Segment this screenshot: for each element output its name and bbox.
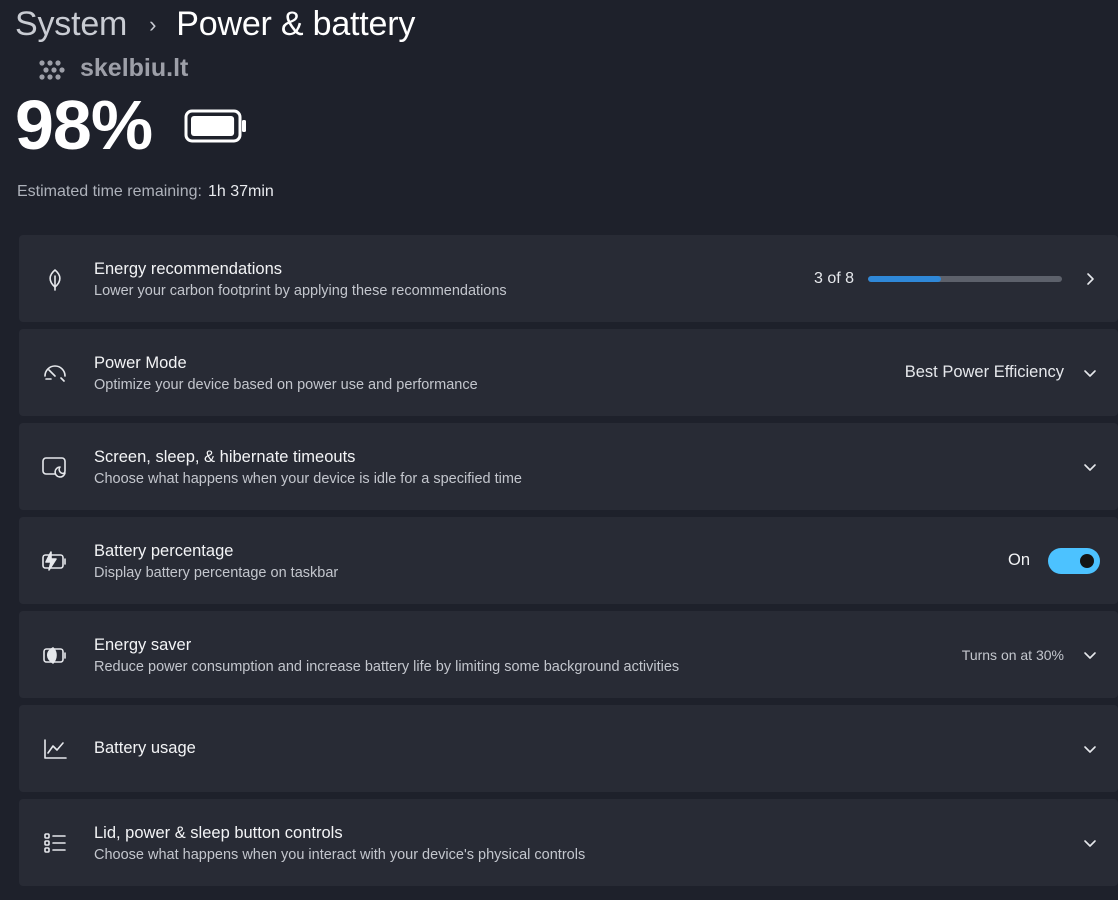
- screen-sleep-title: Screen, sleep, & hibernate timeouts: [94, 448, 356, 466]
- battery-usage-title: Battery usage: [94, 739, 196, 757]
- energy-recommendations-card[interactable]: Energy recommendations Lower your carbon…: [19, 235, 1118, 322]
- energy-saver-title: Energy saver: [94, 636, 192, 654]
- estimated-time-label: Estimated time remaining:: [17, 183, 202, 200]
- battery-full-icon: [184, 109, 247, 143]
- chevron-down-icon: [1082, 741, 1098, 757]
- breadcrumb-separator: ›: [149, 12, 157, 37]
- battery-percentage-card: Battery percentage Display battery perce…: [19, 517, 1118, 604]
- screen-sleep-description: Choose what happens when your device is …: [94, 471, 522, 487]
- power-mode-dropdown[interactable]: Best Power Efficiency: [905, 329, 1118, 416]
- power-mode-card: Power Mode Optimize your device based on…: [19, 329, 1118, 416]
- chevron-right-icon: [1082, 271, 1098, 287]
- page-title: Power & battery: [176, 4, 416, 43]
- watermark-dots-icon: [39, 59, 65, 80]
- power-mode-title: Power Mode: [94, 354, 187, 372]
- leaf-icon: [41, 265, 69, 293]
- lid-power-description: Choose what happens when you interact wi…: [94, 847, 586, 863]
- recommendations-progress-bar: [868, 275, 1062, 282]
- battery-charging-icon: [41, 547, 69, 575]
- lid-power-title: Lid, power & sleep button controls: [94, 824, 343, 842]
- estimated-time-value: 1h 37min: [207, 183, 274, 200]
- screen-sleep-card[interactable]: Screen, sleep, & hibernate timeouts Choo…: [19, 423, 1118, 510]
- power-mode-value: Best Power Efficiency: [904, 363, 1064, 381]
- battery-percentage-toggle-label: On: [1007, 551, 1030, 569]
- power-battery-page: System › Power & battery skelbiu.lt 98% …: [0, 0, 1118, 900]
- recommendations-progress-fill: [868, 275, 941, 282]
- energy-saver-card[interactable]: Energy saver Reduce power consumption an…: [19, 611, 1118, 698]
- energy-recommendations-title: Energy recommendations: [94, 260, 283, 278]
- energy-saver-icon: [41, 641, 69, 669]
- chevron-down-icon: [1082, 647, 1098, 663]
- battery-usage-card[interactable]: Battery usage: [19, 705, 1118, 792]
- lid-power-card[interactable]: Lid, power & sleep button controls Choos…: [19, 799, 1118, 886]
- battery-percent: 98%: [15, 86, 153, 164]
- energy-saver-status: Turns on at 30%: [961, 646, 1064, 663]
- power-mode-description: Optimize your device based on power use …: [94, 377, 478, 393]
- energy-recommendations-description: Lower your carbon footprint by applying …: [94, 283, 507, 299]
- battery-percentage-title: Battery percentage: [94, 542, 234, 560]
- watermark: skelbiu.lt: [38, 54, 188, 83]
- breadcrumb: System › Power & battery: [15, 2, 415, 46]
- recommendations-progress-label: 3 of 8: [813, 269, 854, 287]
- battery-percentage-toggle[interactable]: [1048, 547, 1100, 574]
- chart-icon: [41, 735, 69, 763]
- estimated-time: Estimated time remaining: 1h 37min: [17, 183, 274, 201]
- list-icon: [41, 829, 69, 857]
- battery-percentage-description: Display battery percentage on taskbar: [94, 565, 339, 581]
- chevron-down-icon: [1082, 835, 1098, 851]
- battery-status: 98%: [15, 86, 248, 164]
- screen-sleep-icon: [41, 453, 69, 481]
- toggle-knob: [1080, 553, 1094, 568]
- energy-saver-description: Reduce power consumption and increase ba…: [94, 659, 680, 675]
- watermark-text: skelbiu.lt: [80, 54, 189, 82]
- chevron-down-icon: [1082, 459, 1098, 475]
- chevron-down-icon: [1082, 365, 1098, 381]
- speedometer-icon: [41, 359, 69, 387]
- breadcrumb-system-link[interactable]: System: [15, 5, 127, 44]
